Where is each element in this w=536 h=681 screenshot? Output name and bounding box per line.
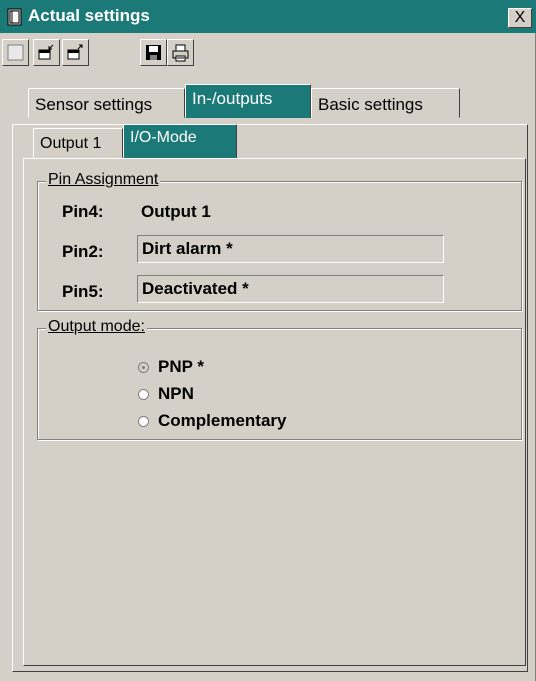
window-title: Actual settings	[28, 6, 150, 25]
tab-output-1[interactable]: Output 1	[33, 128, 123, 158]
pin5-field: Deactivated *	[137, 275, 444, 303]
radio-complementary[interactable]: Complementary	[138, 411, 286, 431]
radio-pnp[interactable]: PNP *	[138, 357, 204, 377]
close-button[interactable]: X	[508, 8, 532, 28]
radio-npn-label: NPN	[158, 384, 194, 403]
tab-sensor-settings[interactable]: Sensor settings	[28, 88, 185, 118]
radio-npn[interactable]: NPN	[138, 384, 194, 404]
export-icon	[67, 44, 83, 60]
pin2-label: Pin2:	[62, 242, 104, 261]
pin4-value: Output 1	[141, 202, 211, 221]
print-button[interactable]	[167, 39, 194, 66]
radio-pnp-label: PNP *	[158, 357, 204, 376]
save-button[interactable]	[140, 39, 167, 66]
toolbar	[0, 33, 536, 73]
pin5-label: Pin5:	[62, 282, 104, 301]
export-button[interactable]	[62, 39, 89, 66]
title-bar[interactable]: Actual settings X	[0, 0, 536, 33]
pin-assignment-title: Pin Assignment	[46, 171, 161, 189]
radio-complementary-label: Complementary	[158, 411, 287, 430]
blank-icon	[7, 44, 24, 61]
import-button[interactable]	[33, 39, 60, 66]
pin2-field: Dirt alarm *	[137, 235, 444, 263]
radio-pnp-indicator	[138, 362, 149, 373]
book-icon	[7, 8, 22, 26]
settings-window: Actual settings X Sensor settings In-/ou…	[0, 0, 536, 681]
tab-in-outputs[interactable]: In-/outputs	[185, 84, 311, 118]
output-mode-title: Output mode:	[46, 318, 147, 336]
blank-button[interactable]	[2, 39, 29, 66]
pin4-label: Pin4:	[62, 202, 104, 221]
print-icon	[172, 44, 189, 62]
radio-complementary-indicator	[138, 416, 149, 427]
main-tabs: Sensor settings In-/outputs Basic settin…	[0, 84, 536, 118]
import-icon	[38, 44, 54, 60]
radio-npn-indicator	[138, 389, 149, 400]
save-icon	[146, 45, 161, 60]
sub-tabs: Output 1 I/O-Mode	[0, 124, 536, 158]
tab-io-mode[interactable]: I/O-Mode	[123, 124, 237, 158]
tab-basic-settings[interactable]: Basic settings	[311, 88, 460, 118]
